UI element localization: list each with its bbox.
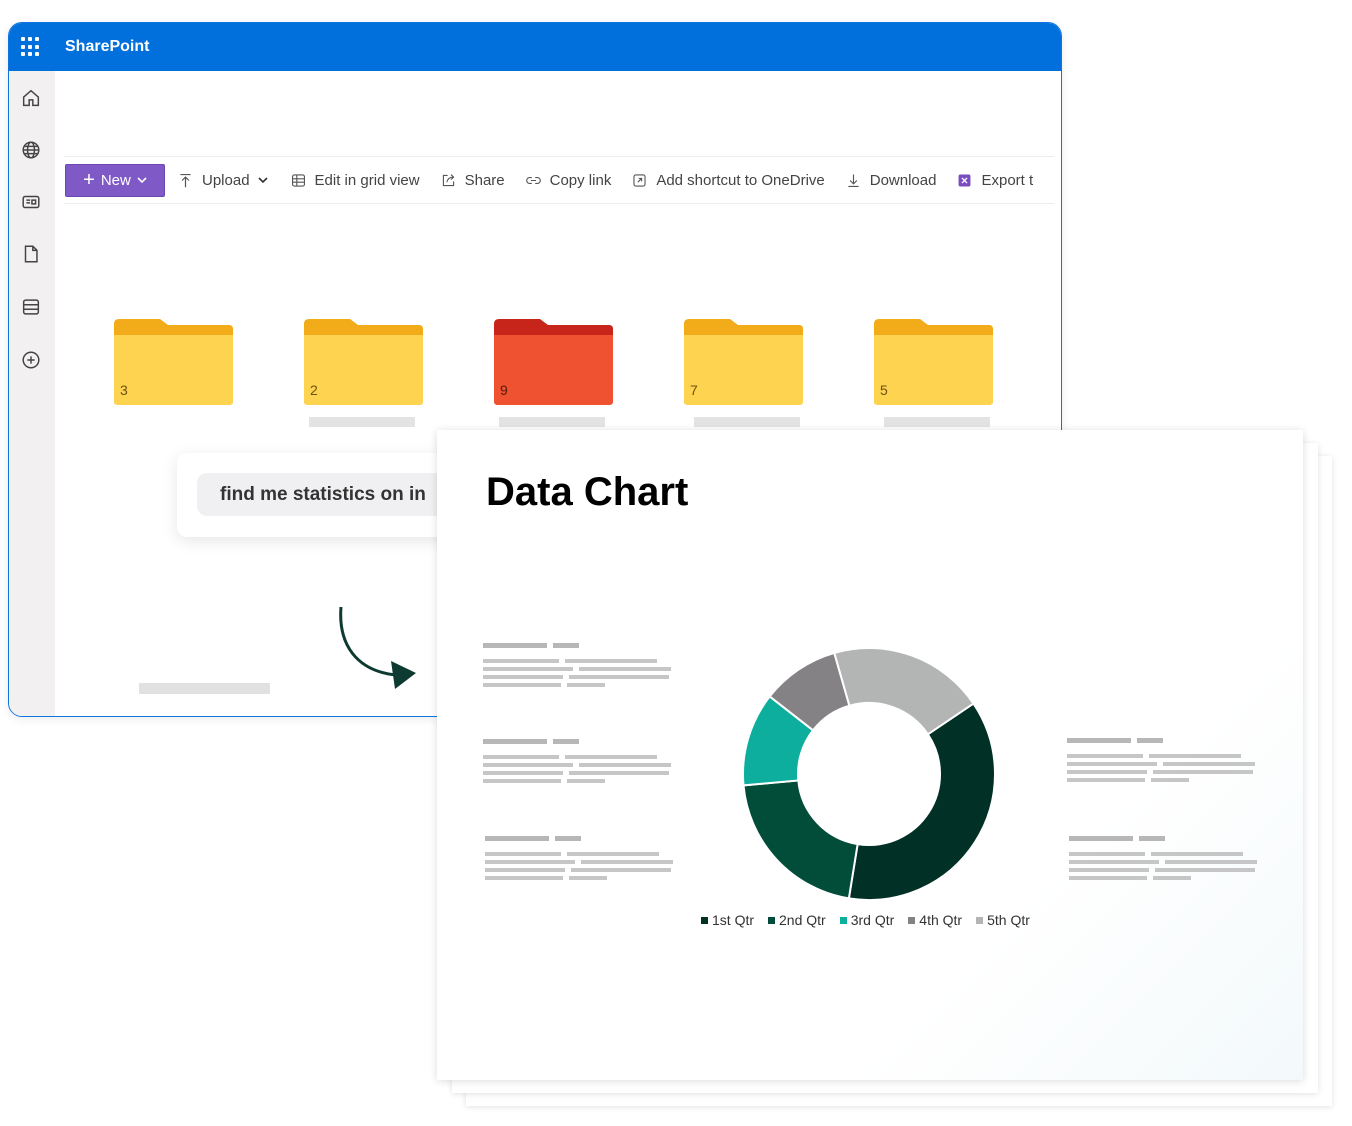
text-placeholder-block — [483, 739, 673, 789]
curved-arrow-icon — [339, 606, 416, 689]
folder-tile[interactable]: 3 — [112, 318, 234, 406]
add-icon[interactable] — [20, 349, 42, 371]
export-button[interactable]: Export t — [956, 172, 1033, 189]
legend-item: 1st Qtr — [701, 912, 754, 928]
text-placeholder — [139, 683, 270, 694]
folder-caption-placeholder — [884, 417, 990, 427]
folder-label: 3 — [120, 382, 128, 398]
share-button[interactable]: Share — [440, 172, 505, 189]
copy-link-button[interactable]: Copy link — [525, 171, 612, 189]
folder-icon — [684, 319, 803, 405]
text-placeholder-block — [483, 643, 673, 693]
upload-label: Upload — [202, 171, 250, 189]
folder-label: 2 — [310, 382, 318, 398]
chevron-down-icon — [257, 177, 268, 184]
donut-slice-1 — [847, 702, 996, 901]
share-icon — [442, 173, 454, 186]
add-shortcut-label: Add shortcut to OneDrive — [656, 171, 825, 189]
download-label: Download — [869, 171, 937, 189]
folder-icon — [114, 319, 233, 405]
legend-item: 4th Qtr — [908, 912, 962, 928]
top-bar: SharePoint — [9, 23, 1061, 71]
new-button[interactable]: + New — [65, 163, 165, 197]
folder-label: 7 — [690, 382, 698, 398]
legend-label: 1st Qtr — [712, 912, 755, 928]
download-button[interactable]: Download — [845, 171, 937, 189]
globe-icon[interactable] — [20, 139, 42, 161]
folder-tile[interactable]: 5 — [872, 318, 994, 406]
legend-label: 3rd Qtr — [850, 912, 895, 928]
chat-card: find me statistics on in — [177, 453, 497, 537]
folder-label: 5 — [880, 382, 888, 398]
stage: SharePoint + New Upload Edit in grid vie… — [0, 0, 1352, 1126]
legend-swatch — [839, 916, 847, 924]
text-placeholder-block — [1067, 738, 1257, 788]
copy-link-label: Copy link — [549, 171, 612, 189]
share-label: Share — [464, 171, 505, 189]
folder-tile[interactable]: 2 — [302, 318, 424, 406]
export-label: Export t — [981, 171, 1034, 189]
legend-label: 5th Qtr — [987, 912, 1030, 928]
data-chart-document: Data Chart 1st Qtr 2nd Qtr 3rd Qtr 4th Q… — [437, 430, 1303, 1080]
upload-button[interactable]: Upload — [177, 172, 268, 189]
chart-legend: 1st Qtr 2nd Qtr 3rd Qtr 4th Qtr 5th Qtr — [701, 912, 1030, 928]
left-rail — [9, 71, 55, 716]
link-icon — [525, 176, 541, 184]
upload-icon — [180, 173, 191, 187]
edit-grid-button[interactable]: Edit in grid view — [290, 172, 420, 189]
download-icon — [848, 174, 859, 187]
legend-item: 5th Qtr — [976, 912, 1030, 928]
chevron-down-icon — [137, 177, 147, 184]
folder-caption-placeholder — [309, 417, 415, 427]
document-icon[interactable] — [20, 243, 42, 265]
legend-swatch — [908, 916, 916, 924]
legend-swatch — [701, 916, 708, 924]
plus-icon: + — [83, 169, 95, 191]
text-placeholder-block — [485, 836, 675, 886]
legend-label: 2nd Qtr — [779, 912, 826, 928]
legend-swatch — [976, 916, 984, 924]
document-title: Data Chart — [486, 470, 689, 514]
folder-caption-placeholder — [694, 417, 800, 427]
donut-chart — [742, 647, 996, 901]
folder-caption-placeholder — [499, 417, 605, 427]
new-label: New — [100, 171, 131, 189]
chat-prompt-text: find me statistics on in — [220, 483, 426, 505]
grid-icon — [291, 173, 305, 187]
home-icon[interactable] — [20, 87, 42, 109]
excel-icon — [959, 174, 971, 186]
list-icon[interactable] — [20, 296, 42, 318]
app-title[interactable]: SharePoint — [65, 38, 149, 56]
app-launcher-icon[interactable] — [21, 37, 41, 57]
folder-tile[interactable]: 7 — [682, 318, 804, 406]
edit-grid-label: Edit in grid view — [314, 171, 420, 189]
add-shortcut-button[interactable]: Add shortcut to OneDrive — [631, 171, 825, 189]
legend-swatch — [768, 916, 776, 924]
folder-icon — [494, 319, 613, 405]
text-placeholder-block — [1069, 836, 1259, 886]
legend-item: 2nd Qtr — [768, 912, 826, 928]
legend-label: 4th Qtr — [919, 912, 963, 928]
folder-icon — [304, 319, 423, 405]
legend-item: 3rd Qtr — [839, 912, 895, 928]
folder-tile[interactable]: 9 — [492, 318, 614, 406]
shortcut-icon — [633, 173, 646, 187]
news-icon[interactable] — [20, 191, 42, 213]
donut-slice-2 — [742, 779, 859, 900]
command-bar: + New Upload Edit in grid view Share Cop… — [64, 156, 1054, 204]
folder-label: 9 — [500, 382, 508, 398]
folder-icon — [874, 319, 993, 405]
